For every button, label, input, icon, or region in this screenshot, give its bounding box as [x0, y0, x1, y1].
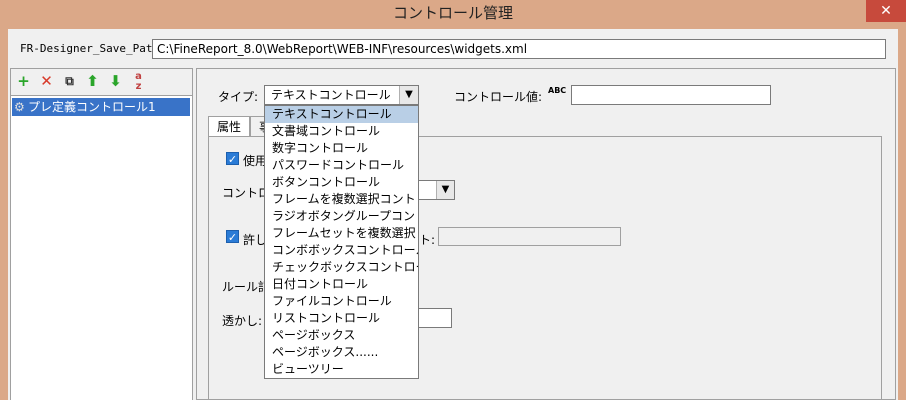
save-path-label: FR-Designer_Save_Path: — [20, 42, 166, 55]
type-label: タイプ: — [218, 90, 259, 104]
watermark-input[interactable] — [418, 308, 452, 328]
close-icon[interactable]: ✕ — [866, 0, 906, 22]
hint-label: ト: — [419, 233, 436, 247]
tree-item[interactable]: ⚙ プレ定義コントロール1 — [12, 98, 190, 116]
control-value-label: コントロール値: — [454, 90, 543, 104]
move-down-icon[interactable]: ⬇ — [106, 72, 125, 91]
dropdown-option[interactable]: フレームを複数選択コント — [265, 191, 418, 208]
type-select[interactable]: テキストコントロール ▼ — [264, 85, 419, 105]
dropdown-option[interactable]: フレームセットを複数選択 — [265, 225, 418, 242]
abc-icon[interactable]: ABC — [548, 86, 566, 95]
chevron-down-icon[interactable]: ▼ — [399, 86, 418, 104]
use-checkbox[interactable]: ✓ — [226, 152, 239, 166]
hint-input — [438, 227, 621, 246]
control-select[interactable]: ▼ — [418, 180, 455, 200]
dropdown-option[interactable]: ファイルコントロール — [265, 293, 418, 310]
dropdown-option[interactable]: チェックボックスコントロー — [265, 259, 418, 276]
dropdown-option[interactable]: パスワードコントロール — [265, 157, 418, 174]
control-value-input[interactable] — [571, 85, 771, 105]
type-dropdown-list: テキストコントロール 文書域コントロール 数字コントロール パスワードコントロー… — [264, 105, 419, 379]
dropdown-option[interactable]: ページボックス — [265, 327, 418, 344]
dropdown-option[interactable]: テキストコントロール — [265, 106, 418, 123]
dropdown-option[interactable]: コンボボックスコントロール — [265, 242, 418, 259]
sort-az-icon[interactable]: az — [129, 72, 148, 92]
abc-icon-text: ABC — [548, 86, 567, 95]
type-select-value: テキストコントロール — [271, 88, 391, 102]
list-toolbar: + ✕ ⧉ ⬆ ⬇ az — [14, 72, 148, 92]
dropdown-option[interactable]: 日付コントロール — [265, 276, 418, 293]
dropdown-option[interactable]: ページボックス...... — [265, 344, 418, 361]
control-label: コントロ — [222, 186, 271, 200]
dropdown-option[interactable]: 数字コントロール — [265, 140, 418, 157]
save-path-input[interactable]: C:\FineReport_8.0\WebReport\WEB-INF\reso… — [152, 39, 886, 59]
rule-label: ルール記 — [222, 280, 271, 294]
tab-properties[interactable]: 属性 — [208, 116, 251, 137]
copy-icon[interactable]: ⧉ — [60, 72, 79, 91]
add-icon[interactable]: + — [14, 72, 33, 91]
watermark-label: 透かし: — [222, 314, 263, 328]
gear-icon: ⚙ — [14, 100, 25, 114]
allow-checkbox[interactable]: ✓ — [226, 230, 239, 244]
dropdown-option[interactable]: 文書域コントロール — [265, 123, 418, 140]
window-title: コントロール管理 — [392, 4, 513, 22]
dropdown-option[interactable]: リストコントロール — [265, 310, 418, 327]
title-bar: コントロール管理 ✕ — [0, 0, 906, 29]
move-up-icon[interactable]: ⬆ — [83, 72, 102, 91]
chevron-down-icon[interactable]: ▼ — [436, 181, 454, 199]
dropdown-option[interactable]: ビューツリー — [265, 361, 418, 378]
widget-tree: ⚙ プレ定義コントロール1 — [11, 95, 192, 400]
dropdown-option[interactable]: ボタンコントロール — [265, 174, 418, 191]
delete-icon[interactable]: ✕ — [37, 72, 56, 91]
dropdown-option[interactable]: ラジオボタングループコン — [265, 208, 418, 225]
tree-item-label: プレ定義コントロール1 — [28, 100, 156, 114]
